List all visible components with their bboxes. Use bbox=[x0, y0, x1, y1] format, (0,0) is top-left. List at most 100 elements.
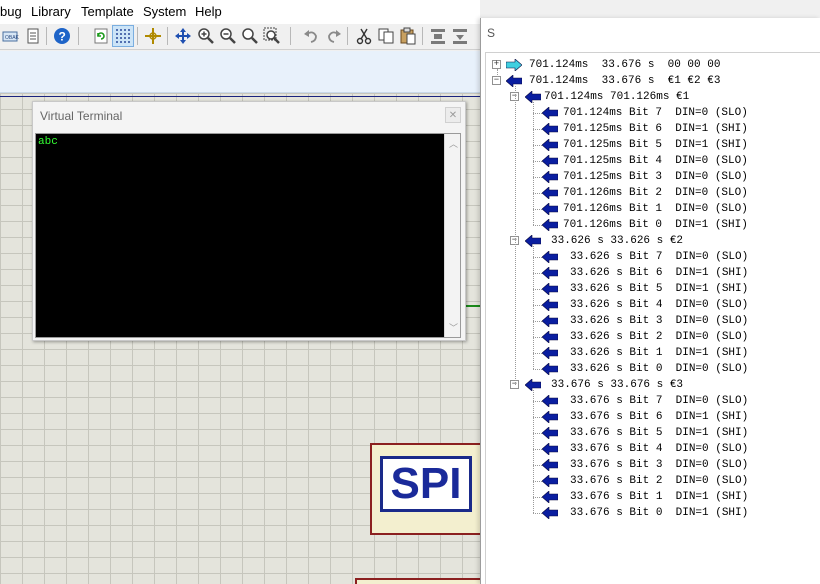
tree-line bbox=[533, 113, 542, 114]
arrow-left-icon bbox=[541, 426, 559, 440]
tree-row-text: 33.676 s Bit 0 DIN=1 (SHI) bbox=[570, 507, 749, 519]
toolbar-separator bbox=[422, 27, 423, 45]
menu-library[interactable]: Library bbox=[31, 4, 71, 19]
tree-row-text: 701.124ms 33.676 s 00 00 00 bbox=[529, 59, 721, 71]
document-icon[interactable] bbox=[22, 25, 44, 47]
menu-system[interactable]: System bbox=[143, 4, 186, 19]
tree-row-text: 33.626 s Bit 3 DIN=0 (SLO) bbox=[570, 315, 749, 327]
terminal-output: abc bbox=[38, 136, 58, 148]
terminal-scrollbar[interactable]: ︿ ﹀ bbox=[444, 134, 460, 337]
transaction-tree[interactable]: +701.124ms 33.676 s 00 00 00 − 701.124ms 3… bbox=[485, 52, 820, 584]
terminal-screen[interactable]: abc ︿ ﹀ bbox=[35, 133, 461, 338]
menu-bar: bug Library Template System Help bbox=[0, 0, 480, 24]
virtual-terminal-window[interactable]: Virtual Terminal ✕ abc ︿ ﹀ bbox=[32, 101, 466, 341]
close-icon[interactable]: ✕ bbox=[445, 107, 461, 123]
tree-line bbox=[533, 481, 542, 482]
collapse-icon[interactable]: − bbox=[492, 76, 501, 85]
paste-icon[interactable] bbox=[397, 25, 419, 47]
menu-debug[interactable]: bug bbox=[0, 4, 22, 19]
menu-template[interactable]: Template bbox=[81, 4, 134, 19]
arrow-left-icon bbox=[541, 266, 559, 280]
toolbar-separator bbox=[137, 27, 138, 45]
arrow-left-icon bbox=[541, 106, 559, 120]
arrow-left-icon bbox=[541, 250, 559, 264]
scroll-up-icon[interactable]: ︿ bbox=[449, 137, 458, 150]
arrow-left-icon bbox=[541, 122, 559, 136]
spi-component[interactable]: SPI bbox=[370, 443, 482, 535]
tree-line bbox=[533, 353, 542, 354]
arrow-left-icon bbox=[541, 154, 559, 168]
tree-row-text: 701.126ms Bit 0 DIN=1 (SHI) bbox=[563, 219, 748, 231]
tree-row-text: 33.626 s Bit 0 DIN=0 (SLO) bbox=[570, 363, 749, 375]
toolbar-separator bbox=[290, 27, 291, 45]
refresh-icon[interactable] bbox=[90, 25, 112, 47]
spi-debugger-window[interactable]: S +701.124ms 33.676 s 00 00 00−701.124ms… bbox=[480, 18, 820, 584]
zoom-out-icon[interactable] bbox=[217, 25, 239, 47]
arrow-left-icon bbox=[541, 170, 559, 184]
copy-icon[interactable] bbox=[375, 25, 397, 47]
tree-line bbox=[533, 161, 542, 162]
arrow-left-icon bbox=[541, 410, 559, 424]
open-icon[interactable]: OBAK bbox=[0, 25, 22, 47]
toolbar-separator bbox=[78, 27, 79, 45]
tree-row-text: 33.626 s Bit 1 DIN=1 (SHI) bbox=[570, 347, 749, 359]
origin-icon[interactable] bbox=[142, 25, 164, 47]
tree-line bbox=[533, 193, 542, 194]
tree-row-text: 33.676 s Bit 2 DIN=0 (SLO) bbox=[570, 475, 749, 487]
toolbar-separator bbox=[167, 27, 168, 45]
undo-icon[interactable] bbox=[300, 25, 322, 47]
tree-line bbox=[497, 69, 498, 77]
arrow-left-icon bbox=[541, 362, 559, 376]
block-move-icon[interactable] bbox=[449, 25, 471, 47]
tree-row-header[interactable]: +701.124ms 33.676 s 00 00 00 bbox=[486, 57, 820, 73]
tree-row-text: 701.125ms Bit 6 DIN=1 (SHI) bbox=[563, 123, 748, 135]
tree-line bbox=[533, 390, 534, 513]
zoom-area-icon[interactable] bbox=[261, 25, 283, 47]
expand-icon[interactable]: + bbox=[492, 60, 501, 69]
help-icon[interactable]: ? bbox=[51, 25, 73, 47]
tree-line bbox=[533, 401, 542, 402]
arrow-right-icon bbox=[505, 58, 523, 72]
arrow-left-icon bbox=[541, 298, 559, 312]
tree-row-text: 33.676 s Bit 5 DIN=1 (SHI) bbox=[570, 427, 749, 439]
component-outline[interactable] bbox=[355, 578, 482, 584]
tree-row-text: 701.125ms Bit 3 DIN=0 (SLO) bbox=[563, 171, 748, 183]
tree-row-text: 33.626 s 33.626 s €2 bbox=[551, 235, 684, 247]
tree-row-text: 701.126ms Bit 1 DIN=0 (SLO) bbox=[563, 203, 748, 215]
pan-icon[interactable] bbox=[172, 25, 194, 47]
zoom-in-icon[interactable] bbox=[195, 25, 217, 47]
tree-row-text: 701.124ms 701.126ms €1 bbox=[544, 91, 690, 103]
secondary-toolbar-strip bbox=[0, 51, 480, 93]
tree-row-text: 33.626 s Bit 5 DIN=1 (SHI) bbox=[570, 283, 749, 295]
arrow-left-icon bbox=[541, 490, 559, 504]
arrow-left-icon bbox=[541, 330, 559, 344]
svg-text:OBAK: OBAK bbox=[5, 35, 20, 41]
tree-line bbox=[533, 321, 542, 322]
tree-line bbox=[533, 273, 542, 274]
menu-help[interactable]: Help bbox=[195, 4, 222, 19]
tree-line bbox=[533, 257, 542, 258]
redo-icon[interactable] bbox=[323, 25, 345, 47]
tree-row-byte[interactable]: −33.626 s 33.626 s €2 bbox=[486, 233, 820, 249]
arrow-left-icon bbox=[541, 202, 559, 216]
cut-icon[interactable] bbox=[353, 25, 375, 47]
arrow-left-icon bbox=[541, 218, 559, 232]
arrow-left-icon bbox=[541, 506, 559, 520]
tree-row-text: 33.676 s 33.676 s €3 bbox=[551, 379, 684, 391]
tree-row-text: 33.676 s Bit 7 DIN=0 (SLO) bbox=[570, 395, 749, 407]
toolbar-separator bbox=[46, 27, 47, 45]
sheet-border bbox=[0, 96, 480, 97]
scroll-down-icon[interactable]: ﹀ bbox=[449, 321, 458, 334]
block-copy-icon[interactable] bbox=[427, 25, 449, 47]
grid-icon[interactable] bbox=[112, 25, 134, 47]
spi-label: SPI bbox=[380, 456, 472, 512]
tree-line bbox=[533, 465, 542, 466]
tree-row-byte[interactable]: −33.676 s 33.676 s €3 bbox=[486, 377, 820, 393]
zoom-all-icon[interactable] bbox=[239, 25, 261, 47]
tree-line bbox=[533, 449, 542, 450]
arrow-left-icon bbox=[541, 394, 559, 408]
wire[interactable] bbox=[464, 305, 480, 307]
tree-row-transaction[interactable]: − 701.124ms 33.676 s €1 €2 €3 bbox=[486, 73, 820, 89]
virtual-terminal-title: Virtual Terminal bbox=[40, 109, 123, 123]
tree-row-byte[interactable]: −701.124ms 701.126ms €1 bbox=[486, 89, 820, 105]
